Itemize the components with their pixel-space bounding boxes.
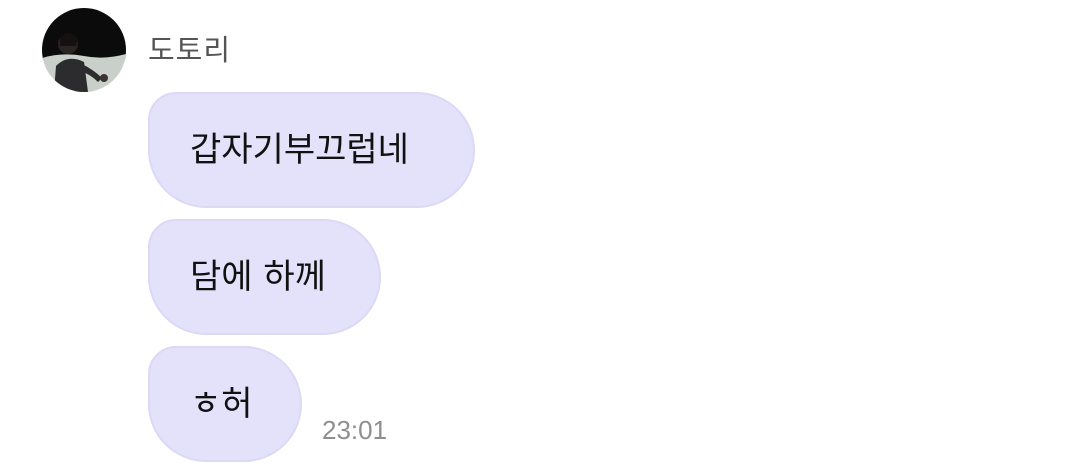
avatar[interactable] (42, 8, 126, 92)
message-text: 담에 하께 (190, 257, 326, 297)
sender-name: 도토리 (148, 33, 232, 67)
message-bubble[interactable]: 담에 하께 (148, 219, 381, 335)
chat-thread: 도토리 갑자기부끄럽네 담에 하께 ㅎ허 23:01 (0, 0, 1080, 472)
message-bubble[interactable]: ㅎ허 (148, 346, 302, 462)
message-bubble[interactable]: 갑자기부끄럽네 (148, 92, 475, 208)
message-timestamp: 23:01 (322, 415, 388, 445)
profile-photo-icon (42, 8, 126, 92)
message-text: 갑자기부끄럽네 (190, 130, 409, 170)
message-text: ㅎ허 (190, 384, 253, 424)
